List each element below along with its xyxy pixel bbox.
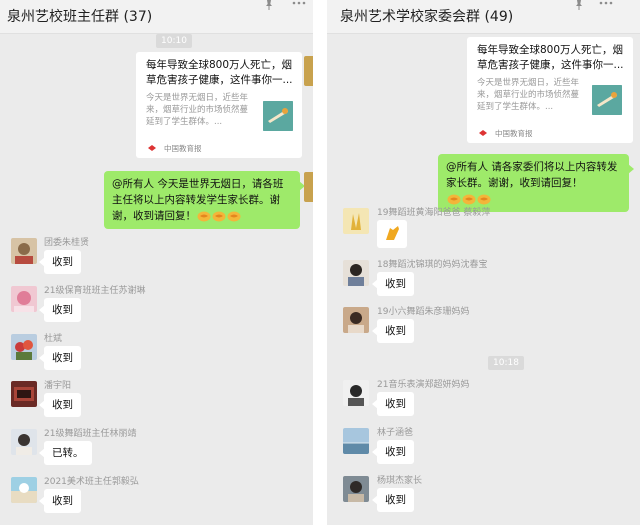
timestamp: 10:18 [488, 356, 524, 370]
sender-name: 21级舞蹈班主任林丽靖 [44, 429, 137, 439]
card-source: 中国教育报 [164, 143, 202, 153]
avatar[interactable] [343, 428, 369, 454]
message-bubble[interactable]: 收到 [372, 440, 414, 464]
message-text: 收到 [385, 494, 406, 506]
sender-name: 潘宇阳 [44, 381, 72, 391]
message-bubble[interactable]: 收到 [372, 488, 414, 512]
sender-name: 2021美术班主任郭毅弘 [44, 477, 139, 487]
message-text: 收到 [385, 446, 406, 458]
avatar[interactable] [343, 260, 369, 286]
announcement-bubble[interactable]: @所有人 今天是世界无烟日，请各班主任将以上内容转发学生家长群。谢谢，收到请回复… [104, 171, 305, 229]
card-source: 中国教育报 [495, 128, 533, 138]
article-thumbnail [592, 85, 622, 115]
newspaper-logo-icon [479, 130, 487, 136]
message-text: 收到 [52, 352, 73, 364]
sender-name: 18舞蹈沈锦琪的妈妈沈春宝 [377, 260, 488, 270]
card-source-row: 中国教育报 [146, 142, 202, 154]
message-bubble[interactable]: 收到 [39, 298, 81, 322]
article-thumbnail [263, 101, 293, 131]
emoji-row [196, 211, 241, 222]
chat-header: 泉州艺校班主任群 (37) [0, 0, 313, 34]
clap-emoji-icon [447, 194, 461, 204]
shared-article-card[interactable]: 每年导致全球800万人死亡，烟草危害孩子健康，这件事你一... 今天是世界无烟日… [136, 52, 302, 158]
clap-sticker-icon[interactable] [377, 220, 407, 248]
message-text: 收到 [52, 495, 73, 507]
clap-emoji-icon [227, 211, 241, 221]
avatar[interactable] [343, 380, 369, 406]
sender-name: 团委朱桂贤 [44, 238, 90, 248]
shared-article-card[interactable]: 每年导致全球800万人死亡，烟草危害孩子健康，这件事你一... 今天是世界无烟日… [467, 37, 633, 143]
chat-header: 泉州艺术学校家委会群 (49) [327, 0, 640, 34]
avatar[interactable] [11, 477, 37, 503]
chat-title: 泉州艺术学校家委会群 (49) [340, 9, 514, 25]
message-bubble[interactable]: 收到 [372, 392, 414, 416]
message-text: 收到 [52, 256, 73, 268]
avatar[interactable] [343, 476, 369, 502]
card-title: 每年导致全球800万人死亡，烟草危害孩子健康，这件事你一... [477, 44, 624, 71]
message-text: 收到 [385, 398, 406, 410]
clap-emoji-icon [212, 211, 226, 221]
card-description: 今天是世界无烟日，近些年来，烟草行业的市场侦然蔓延到了学生群体。... [477, 78, 580, 112]
avatar[interactable] [11, 286, 37, 312]
card-title: 每年导致全球800万人死亡，烟草危害孩子健康，这件事你一... [146, 59, 293, 86]
clap-emoji-icon [197, 211, 211, 221]
clap-emoji-icon [477, 194, 491, 204]
card-description: 今天是世界无烟日，近些年来，烟草行业的市场侦然蔓延到了学生群体。... [146, 93, 249, 127]
more-icon[interactable] [599, 0, 613, 10]
message-bubble[interactable]: 已转。 [39, 441, 92, 465]
pin-icon[interactable] [574, 0, 584, 10]
avatar[interactable] [11, 238, 37, 264]
message-bubble[interactable]: 收到 [372, 319, 414, 343]
sender-name: 21级保育班班主任苏谢琳 [44, 286, 146, 296]
avatar[interactable] [343, 307, 369, 333]
announcement-bubble[interactable]: @所有人 请各家委们将以上内容转发家长群。谢谢，收到请回复！ [438, 154, 634, 212]
message-text: 已转。 [52, 447, 84, 459]
pin-icon[interactable] [264, 0, 274, 10]
emoji-row [446, 194, 491, 205]
message-text: 收到 [385, 278, 406, 290]
newspaper-logo-icon [148, 145, 156, 151]
clap-emoji-icon [462, 194, 476, 204]
message-bubble[interactable]: 收到 [372, 272, 414, 296]
message-text: 收到 [52, 399, 73, 411]
announcement-text: @所有人 请各家委们将以上内容转发家长群。谢谢，收到请回复！ [446, 161, 618, 189]
message-text: 收到 [52, 304, 73, 316]
right-chat-window: 泉州艺术学校家委会群 (49) 每年导致全球800万人死亡，烟草危害孩子健康，这… [327, 0, 640, 525]
message-bubble[interactable]: 收到 [39, 346, 81, 370]
timestamp: 10:10 [156, 34, 192, 48]
sender-name: 林子涵爸 [377, 428, 414, 438]
more-icon[interactable] [292, 0, 306, 10]
avatar[interactable] [343, 208, 369, 234]
self-avatar[interactable] [304, 172, 313, 202]
sender-name: 杨琪杰家长 [377, 476, 423, 486]
self-avatar[interactable] [304, 56, 313, 86]
sender-name: 21音乐表演郑超妍妈妈 [377, 380, 470, 390]
left-chat-window: 泉州艺校班主任群 (37) 10:10 每年导致全球800万人死亡，烟草危害孩子… [0, 0, 313, 525]
avatar[interactable] [11, 381, 37, 407]
message-bubble[interactable]: 收到 [39, 393, 81, 417]
message-text: 收到 [385, 325, 406, 337]
card-source-row: 中国教育报 [477, 127, 533, 139]
chat-title: 泉州艺校班主任群 (37) [7, 9, 153, 25]
avatar[interactable] [11, 429, 37, 455]
message-bubble[interactable]: 收到 [39, 489, 81, 513]
avatar[interactable] [11, 334, 37, 360]
sender-name: 杜斌 [44, 334, 63, 344]
sender-name: 19舞蹈班黄海阳爸爸 蔡毅萍 [377, 208, 491, 218]
sender-name: 19小六舞蹈朱彦珊妈妈 [377, 307, 470, 317]
message-bubble[interactable]: 收到 [39, 250, 81, 274]
